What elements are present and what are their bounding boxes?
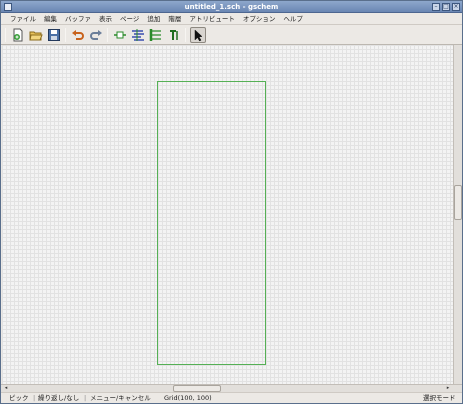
status-menu-cancel: メニュー/キャンセル bbox=[90, 394, 151, 402]
toolbar-separator bbox=[107, 28, 108, 42]
menu-bar: ファイル 編集 バッファ 表示 ページ 追加 階層 アトリビュート オプション … bbox=[1, 13, 462, 25]
add-bus-button[interactable] bbox=[149, 28, 163, 42]
menu-options[interactable]: オプション bbox=[242, 14, 277, 24]
redo-icon bbox=[90, 30, 102, 40]
menu-edit[interactable]: 編集 bbox=[43, 14, 58, 24]
maximize-button[interactable]: □ bbox=[442, 3, 450, 11]
save-button[interactable] bbox=[47, 28, 61, 42]
new-file-button[interactable] bbox=[11, 28, 25, 42]
title-block-frame[interactable] bbox=[157, 81, 266, 365]
status-pick: ピック bbox=[9, 394, 29, 402]
vertical-scrollbar[interactable] bbox=[453, 45, 462, 384]
menu-help[interactable]: ヘルプ bbox=[282, 14, 304, 24]
open-button[interactable] bbox=[29, 28, 43, 42]
menu-page[interactable]: ページ bbox=[119, 14, 140, 24]
toolbar-separator bbox=[65, 28, 66, 42]
status-repeat: 繰り返し/なし bbox=[38, 394, 80, 402]
scroll-left-arrow-icon[interactable]: ◂ bbox=[2, 385, 10, 392]
horizontal-scroll-thumb[interactable] bbox=[173, 385, 221, 392]
menu-view[interactable]: 表示 bbox=[98, 14, 113, 24]
select-arrow-icon bbox=[194, 29, 203, 42]
status-divider: | bbox=[33, 394, 36, 402]
select-mode-button[interactable] bbox=[190, 27, 206, 43]
new-file-icon bbox=[13, 28, 23, 42]
add-text-button[interactable] bbox=[167, 28, 181, 42]
title-bar: untitled_1.sch - gschem – □ × bbox=[1, 1, 462, 13]
scroll-right-arrow-icon[interactable]: ▸ bbox=[444, 385, 452, 392]
add-component-icon bbox=[114, 31, 126, 39]
redo-button[interactable] bbox=[89, 28, 103, 42]
toolbar bbox=[1, 25, 462, 45]
undo-button[interactable] bbox=[71, 28, 85, 42]
status-grid: Grid(100, 100) bbox=[164, 394, 212, 402]
add-bus-icon bbox=[149, 29, 161, 41]
add-net-button[interactable] bbox=[131, 28, 145, 42]
menu-file[interactable]: ファイル bbox=[9, 14, 37, 24]
minimize-button[interactable]: – bbox=[432, 3, 440, 11]
app-window: untitled_1.sch - gschem – □ × ファイル 編集 バッ… bbox=[0, 0, 463, 404]
schematic-canvas[interactable] bbox=[2, 45, 453, 384]
status-bar: ピック | 繰り返し/なし | メニュー/キャンセル Grid(100, 100… bbox=[1, 392, 462, 403]
toolbar-separator bbox=[5, 28, 6, 42]
undo-icon bbox=[72, 30, 84, 40]
menu-hierarchy[interactable]: 階層 bbox=[167, 14, 182, 24]
status-mode: 選択モード bbox=[423, 394, 456, 402]
add-component-button[interactable] bbox=[113, 28, 127, 42]
close-button[interactable]: × bbox=[452, 3, 460, 11]
menu-buffer[interactable]: バッファ bbox=[64, 14, 92, 24]
vertical-scroll-thumb[interactable] bbox=[454, 185, 462, 220]
menu-add[interactable]: 追加 bbox=[146, 14, 161, 24]
add-text-icon bbox=[170, 30, 178, 40]
open-folder-icon bbox=[29, 31, 43, 41]
toolbar-separator bbox=[185, 28, 186, 42]
horizontal-scrollbar[interactable]: ◂ ▸ bbox=[1, 384, 462, 392]
add-net-icon bbox=[132, 29, 144, 41]
menu-attributes[interactable]: アトリビュート bbox=[188, 14, 236, 24]
status-divider: | bbox=[84, 394, 87, 402]
save-icon bbox=[48, 29, 60, 41]
window-title: untitled_1.sch - gschem bbox=[184, 3, 279, 11]
